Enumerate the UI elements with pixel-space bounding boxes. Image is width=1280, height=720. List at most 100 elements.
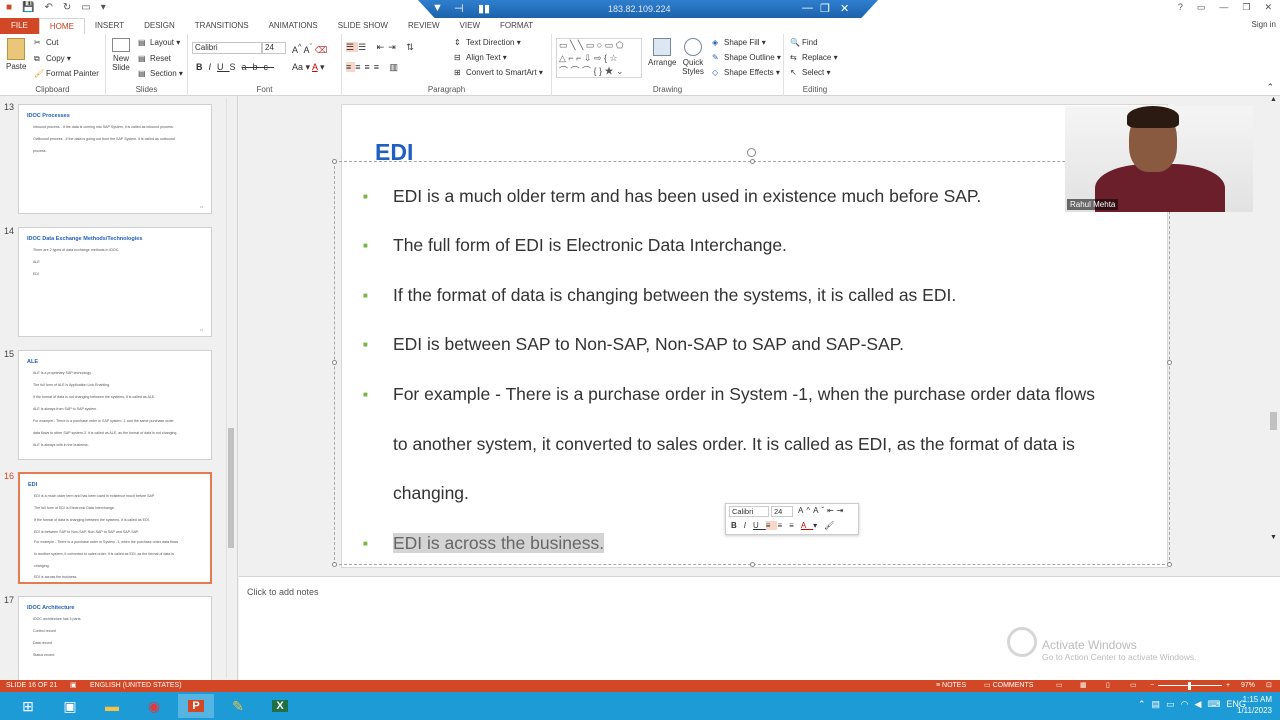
resize-handle[interactable] xyxy=(1167,360,1172,365)
restore-icon[interactable]: ❐ xyxy=(1242,2,1250,13)
resize-handle[interactable] xyxy=(1167,562,1172,567)
find-button[interactable]: 🔍 Find xyxy=(790,38,818,48)
scrollbar-thumb[interactable] xyxy=(228,428,234,548)
remote-dropdown-icon[interactable]: ▼ xyxy=(432,2,443,14)
minimize-icon[interactable]: — xyxy=(1219,2,1228,13)
powerpoint-taskbar-icon[interactable]: P xyxy=(178,694,214,718)
reset-button[interactable]: ▤ Reset xyxy=(138,54,171,64)
close-icon[interactable]: ✕ xyxy=(1264,2,1272,13)
spellcheck-icon[interactable]: ▣ xyxy=(70,680,77,692)
tab-file[interactable]: FILE xyxy=(0,18,39,34)
network-icon[interactable]: ▤ xyxy=(1152,699,1161,710)
rotate-handle[interactable] xyxy=(747,148,756,157)
battery-icon[interactable]: ▭ xyxy=(1166,699,1175,710)
file-explorer-icon[interactable]: ▬ xyxy=(94,694,130,718)
mini-font-box[interactable]: Calibri xyxy=(729,506,769,517)
replace-button[interactable]: ⇆ Replace ▾ xyxy=(790,53,838,63)
copy-button[interactable]: ⧉ Copy ▾ xyxy=(34,54,71,64)
clear-formatting-icon[interactable]: ⌫ xyxy=(315,45,328,55)
comments-button[interactable]: ▭ COMMENTS xyxy=(984,680,1033,692)
arrange-button[interactable]: Arrange xyxy=(648,38,676,67)
zoom-in-icon[interactable]: + xyxy=(1226,680,1230,692)
bullet-item[interactable]: ■ The full form of EDI is Electronic Data… xyxy=(363,221,787,270)
scroll-up-icon[interactable]: ▲ xyxy=(1270,96,1277,103)
bullet-item-selected[interactable]: ■ EDI is across the business. xyxy=(363,519,605,568)
paste-button[interactable]: Paste xyxy=(6,38,26,71)
shapes-gallery[interactable]: ▭ ╲ ╲ ▭ ○ ▭ ⬠ △ ⌐ ⌐ ⇩ ⇨ { ☆ ⌒ ⌒ ⌒ { } ★ ⌄ xyxy=(556,38,642,78)
select-button[interactable]: ↖ Select ▾ xyxy=(790,68,830,78)
bullet-item[interactable]: ■ EDI is a much older term and has been u… xyxy=(363,172,981,221)
start-from-beginning-icon[interactable]: ▭ xyxy=(81,2,90,13)
slideshow-icon[interactable]: ▭ xyxy=(1130,680,1137,692)
zoom-level[interactable]: 97% xyxy=(1241,680,1255,692)
tab-home[interactable]: HOME xyxy=(38,18,85,34)
volume-icon[interactable]: ◀ xyxy=(1194,699,1201,710)
remote-close-icon[interactable]: ✕ xyxy=(840,2,849,15)
section-button[interactable]: ▤ Section ▾ xyxy=(138,69,183,79)
bullet-item[interactable]: ■ If the format of data is changing betwe… xyxy=(363,271,956,320)
notes-pane[interactable]: Click to add notes xyxy=(239,576,1280,680)
remote-minimize-icon[interactable]: — xyxy=(802,2,813,14)
start-button-icon[interactable]: ⊞ xyxy=(10,694,46,718)
slide-thumbnail-16[interactable]: EDI EDI is a much older term and has bee… xyxy=(18,472,212,584)
tab-animations[interactable]: ANIMATIONS xyxy=(259,18,328,34)
quick-styles-button[interactable]: Quick Styles xyxy=(680,38,706,76)
list-buttons[interactable]: ☰☰ ⇤⇥ ⇅ xyxy=(346,42,418,53)
slide-thumbnail-13[interactable]: IDOC Processes Inbound process - If the … xyxy=(18,104,212,214)
collapse-ribbon-icon[interactable]: ⌃ xyxy=(1266,82,1274,93)
wifi-icon[interactable]: ◠ xyxy=(1181,699,1189,710)
help-button[interactable]: ? xyxy=(1178,2,1183,13)
sign-in-link[interactable]: Sign in xyxy=(1252,20,1276,29)
tab-review[interactable]: REVIEW xyxy=(398,18,450,34)
slide-canvas[interactable]: EDI ■ EDI is a much older term and has be… xyxy=(332,104,1172,616)
alignment-buttons[interactable]: ≡≡≡≡ ▥ xyxy=(346,62,402,73)
slide-thumbnail-15[interactable]: ALE ALE is a proprietary SAP technology.… xyxy=(18,350,212,460)
scroll-down-icon[interactable]: ▼ xyxy=(1270,534,1277,541)
slide-thumbnail-17[interactable]: IDOC Architecture IDOC architecture has … xyxy=(18,596,212,680)
bullet-item[interactable]: ■ For example - There is a purchase order… xyxy=(363,370,1095,419)
mini-size-buttons[interactable]: A^Aˇ⇤⇥ xyxy=(798,506,847,515)
resize-handle[interactable] xyxy=(332,562,337,567)
reading-view-icon[interactable]: ▯ xyxy=(1106,680,1110,692)
resize-handle[interactable] xyxy=(750,562,755,567)
customize-qat-icon[interactable]: ▾ xyxy=(101,2,106,13)
font-color-button[interactable]: Aa ▾ A ▾ xyxy=(292,62,325,73)
bullet-continuation[interactable]: to another system, it converted to sales… xyxy=(393,420,1075,469)
resize-handle[interactable] xyxy=(750,159,755,164)
tab-design[interactable]: DESIGN xyxy=(134,18,185,34)
language-indicator[interactable]: ENGLISH (UNITED STATES) xyxy=(90,680,182,692)
cut-button[interactable]: ✂ Cut xyxy=(34,38,58,48)
save-icon[interactable]: 💾 xyxy=(22,2,34,13)
font-family-box[interactable]: Calibri xyxy=(192,42,262,54)
format-painter-button[interactable]: 🖌 Format Painter xyxy=(34,69,99,79)
font-size-buttons[interactable]: A^ Aˇ ⌫ xyxy=(292,42,327,56)
layout-button[interactable]: ▤ Layout ▾ xyxy=(138,38,180,48)
editor-scrollbar[interactable]: ▲ ▼ xyxy=(1268,96,1280,566)
normal-view-icon[interactable]: ▭ xyxy=(1056,680,1063,692)
notes-button[interactable]: ≡ NOTES xyxy=(936,680,966,692)
bullet-item[interactable]: ■ EDI is between SAP to Non-SAP, Non-SAP … xyxy=(363,320,904,369)
keyboard-icon[interactable]: ⌨ xyxy=(1207,699,1220,710)
text-direction-button[interactable]: ⇕ Text Direction ▾ xyxy=(454,38,521,48)
align-text-button[interactable]: ⊟ Align Text ▾ xyxy=(454,53,507,63)
remote-pin-icon[interactable]: ⊣ xyxy=(454,2,464,15)
undo-icon[interactable]: ↶ xyxy=(45,2,53,13)
thumbnail-scrollbar[interactable] xyxy=(226,98,235,678)
tab-format[interactable]: FORMAT xyxy=(490,18,543,34)
notes-placeholder[interactable]: Click to add notes xyxy=(247,587,319,597)
zoom-slider-thumb[interactable] xyxy=(1188,682,1191,690)
tab-view[interactable]: VIEW xyxy=(450,18,490,34)
resize-handle[interactable] xyxy=(332,159,337,164)
slide-sorter-icon[interactable]: ▦ xyxy=(1080,680,1087,692)
chrome-icon[interactable]: ◉ xyxy=(136,694,172,718)
convert-smartart-button[interactable]: ⊞ Convert to SmartArt ▾ xyxy=(454,68,543,78)
align-left-icon[interactable]: ≡ xyxy=(346,62,356,72)
mini-size-box[interactable]: 24 xyxy=(771,506,793,517)
shape-fill-button[interactable]: ◈ Shape Fill ▾ xyxy=(712,38,766,48)
mini-align-icon[interactable]: ≡ xyxy=(765,521,778,530)
excel-icon[interactable]: X xyxy=(262,694,298,718)
scrollbar-thumb[interactable] xyxy=(1270,412,1277,430)
redo-icon[interactable]: ↻ xyxy=(63,2,71,13)
new-slide-button[interactable]: New Slide xyxy=(110,38,132,72)
tab-transitions[interactable]: TRANSITIONS xyxy=(185,18,259,34)
